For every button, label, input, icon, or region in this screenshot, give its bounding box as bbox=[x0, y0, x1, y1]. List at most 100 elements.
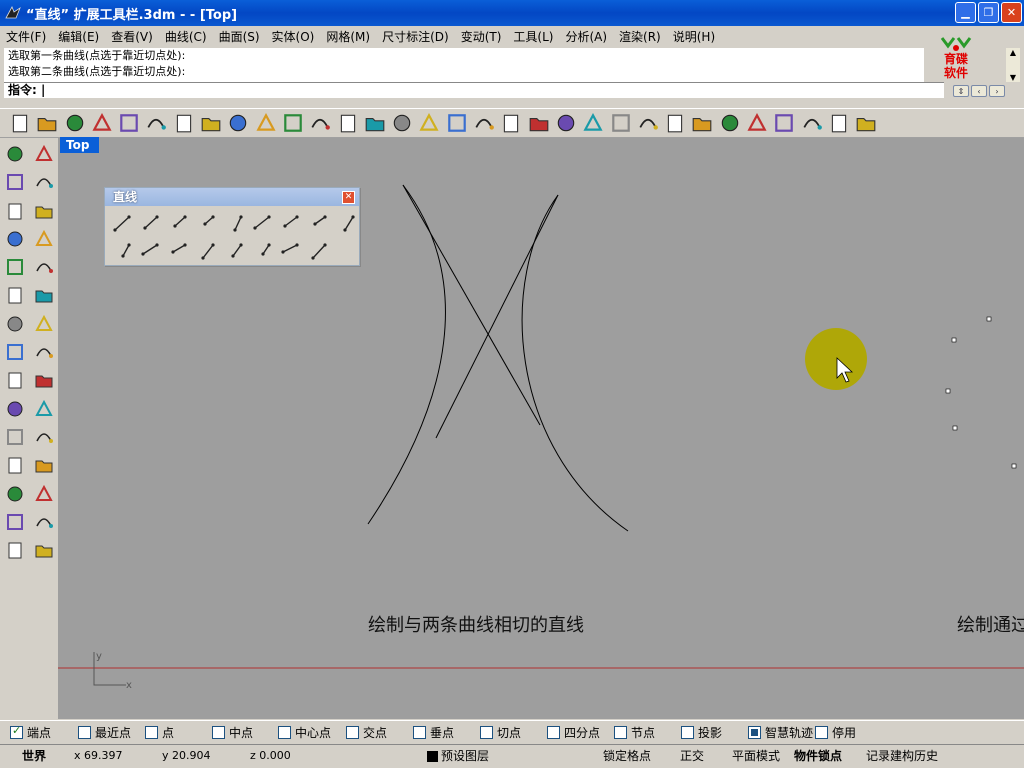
line-midpoint-icon[interactable] bbox=[136, 237, 164, 265]
osnap-8[interactable]: 四分点 bbox=[547, 724, 600, 741]
color-wheel-icon[interactable] bbox=[663, 111, 687, 135]
menu-dimension[interactable]: 尺寸标注(D) bbox=[376, 28, 455, 45]
menu-surface[interactable]: 曲面(S) bbox=[213, 28, 266, 45]
osnap-6[interactable]: 垂点 bbox=[413, 724, 454, 741]
menu-solid[interactable]: 实体(O) bbox=[266, 28, 321, 45]
undo-view-icon[interactable] bbox=[417, 111, 441, 135]
zoom-extents-icon[interactable] bbox=[363, 111, 387, 135]
tangent-line-1[interactable] bbox=[402, 184, 541, 426]
polyline-points-icon[interactable] bbox=[136, 209, 164, 237]
menu-edit[interactable]: 编辑(E) bbox=[52, 28, 105, 45]
four-viewports-icon[interactable] bbox=[445, 111, 469, 135]
gear-icon[interactable] bbox=[800, 111, 824, 135]
cut-icon[interactable] bbox=[144, 111, 168, 135]
circle-icon[interactable] bbox=[1, 197, 29, 225]
move-icon[interactable] bbox=[30, 480, 58, 508]
arc-icon[interactable] bbox=[1, 225, 29, 253]
control-point[interactable] bbox=[951, 337, 957, 343]
line-toolbar-title[interactable]: 直线 bbox=[105, 188, 359, 206]
cplane-icon[interactable] bbox=[499, 111, 523, 135]
line-from-point-icon[interactable] bbox=[164, 237, 192, 265]
osnap-checkbox[interactable] bbox=[346, 725, 359, 739]
osnap-7[interactable]: 切点 bbox=[480, 724, 521, 741]
line-tangent-circle-icon[interactable] bbox=[192, 209, 220, 237]
osnap-0[interactable]: 端点 bbox=[10, 724, 51, 741]
osnap-checkbox[interactable] bbox=[145, 725, 158, 739]
left-arc-curve[interactable] bbox=[367, 184, 446, 525]
patch-surface-icon[interactable] bbox=[30, 338, 58, 366]
pan-hand-icon[interactable] bbox=[254, 111, 278, 135]
osnap-toggle[interactable]: 物件锁点 bbox=[794, 747, 842, 764]
light-bulb-icon[interactable] bbox=[581, 111, 605, 135]
osnap-1[interactable]: 最近点 bbox=[78, 724, 131, 741]
shaded-sphere-icon[interactable] bbox=[690, 111, 714, 135]
lock-icon[interactable] bbox=[609, 111, 633, 135]
sphere-group-icon[interactable] bbox=[30, 310, 58, 338]
osnap-checkbox[interactable] bbox=[413, 725, 426, 739]
osnap-10[interactable]: 投影 bbox=[681, 724, 722, 741]
zoom-selected-icon[interactable] bbox=[390, 111, 414, 135]
array-icon[interactable] bbox=[1, 508, 29, 536]
tangent-line-2[interactable] bbox=[435, 194, 559, 439]
osnap-checkbox[interactable] bbox=[547, 725, 560, 739]
print-icon[interactable] bbox=[90, 111, 114, 135]
restore-button[interactable]: ❐ bbox=[978, 2, 999, 23]
twist-icon[interactable] bbox=[30, 451, 58, 479]
cplane-set-icon[interactable] bbox=[30, 536, 58, 564]
solid-box-icon[interactable] bbox=[1, 536, 29, 564]
line-diagonal-icon[interactable] bbox=[220, 237, 248, 265]
menu-transform[interactable]: 变动(T) bbox=[455, 28, 508, 45]
curve-icon[interactable] bbox=[30, 168, 58, 196]
text-icon[interactable] bbox=[1, 480, 29, 508]
osnap-checkbox[interactable] bbox=[748, 725, 761, 739]
grid-snap-icon[interactable] bbox=[527, 111, 551, 135]
polygon-icon[interactable] bbox=[1, 253, 29, 281]
bend-icon[interactable] bbox=[1, 451, 29, 479]
line-vertical-icon[interactable] bbox=[192, 237, 220, 265]
undo-icon[interactable] bbox=[226, 111, 250, 135]
ungroup-icon[interactable] bbox=[30, 423, 58, 451]
menu-help[interactable]: 说明(H) bbox=[667, 28, 721, 45]
trim-icon[interactable] bbox=[1, 395, 29, 423]
box-icon[interactable] bbox=[1, 310, 29, 338]
select-arrow-icon[interactable] bbox=[1, 140, 29, 168]
group-icon[interactable] bbox=[1, 423, 29, 451]
zoom-dynamic-icon[interactable] bbox=[308, 111, 332, 135]
wire-sphere-icon[interactable] bbox=[718, 111, 742, 135]
record-history-toggle[interactable]: 记录建构历史 bbox=[866, 747, 938, 764]
osnap-9[interactable]: 节点 bbox=[614, 724, 655, 741]
menu-render[interactable]: 渲染(R) bbox=[613, 28, 667, 45]
rectangle-icon[interactable] bbox=[30, 225, 58, 253]
revolve-icon[interactable] bbox=[30, 281, 58, 309]
menu-view[interactable]: 查看(V) bbox=[105, 28, 159, 45]
line-angle-icon[interactable] bbox=[276, 209, 304, 237]
close-button[interactable]: ✕ bbox=[1001, 2, 1022, 23]
rhino-app-icon[interactable] bbox=[4, 4, 22, 22]
surface-icon[interactable] bbox=[1, 281, 29, 309]
layer-icon[interactable] bbox=[636, 111, 660, 135]
import-icon[interactable] bbox=[117, 111, 141, 135]
single-line-icon[interactable] bbox=[108, 209, 136, 237]
menu-tools[interactable]: 工具(L) bbox=[507, 28, 559, 45]
menu-mesh[interactable]: 网格(M) bbox=[320, 28, 376, 45]
osnap-checkbox[interactable] bbox=[212, 725, 225, 739]
scale-icon[interactable] bbox=[30, 508, 58, 536]
planar-toggle[interactable]: 平面模式 bbox=[732, 747, 780, 764]
line-perpendicular-icon[interactable] bbox=[304, 209, 332, 237]
line-tangent-curves-icon[interactable] bbox=[248, 237, 276, 265]
control-point[interactable] bbox=[1011, 463, 1017, 469]
osnap-checkbox[interactable] bbox=[614, 725, 627, 739]
osnap-11[interactable]: 智慧轨迹 bbox=[748, 724, 813, 741]
command-updown-button[interactable]: ⇕ bbox=[953, 85, 969, 97]
open-folder-icon[interactable] bbox=[35, 111, 59, 135]
right-arc-curve[interactable] bbox=[521, 194, 629, 532]
edit-points-icon[interactable] bbox=[772, 111, 796, 135]
menu-curve[interactable]: 曲线(C) bbox=[159, 28, 213, 45]
boolean-icon[interactable] bbox=[30, 366, 58, 394]
fillet-curve-icon[interactable] bbox=[30, 253, 58, 281]
command-input[interactable]: 指令: | bbox=[4, 82, 944, 98]
line-bisector-icon[interactable] bbox=[220, 209, 248, 237]
rotate-view-icon[interactable] bbox=[281, 111, 305, 135]
osnap-2[interactable]: 点 bbox=[145, 724, 174, 741]
osnap-5[interactable]: 交点 bbox=[346, 724, 387, 741]
